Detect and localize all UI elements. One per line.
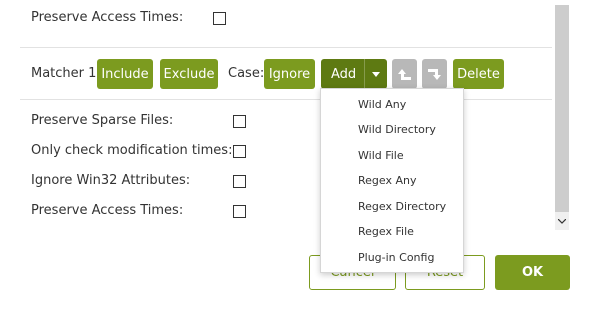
scrollbar-thumb[interactable] [555, 5, 569, 212]
menu-item-regex-any[interactable]: Regex Any [358, 174, 417, 188]
divider-middle [20, 99, 552, 100]
divider-top [20, 47, 552, 48]
include-button[interactable]: Include [97, 59, 153, 89]
scroll-down-arrow-icon[interactable] [555, 214, 569, 228]
add-dropdown-menu: Wild Any Wild Directory Wild File Regex … [320, 88, 464, 273]
preserve-access-times-checkbox-top[interactable] [213, 12, 226, 25]
arrow-down-turn-icon [428, 67, 441, 82]
move-down-button[interactable] [422, 59, 447, 89]
case-label: Case: [228, 66, 265, 81]
menu-item-wild-directory[interactable]: Wild Directory [358, 123, 436, 137]
add-dropdown-button[interactable]: Add [321, 59, 387, 89]
menu-item-regex-directory[interactable]: Regex Directory [358, 200, 446, 214]
ignore-win32-attributes-checkbox[interactable] [233, 175, 246, 188]
only-check-modification-times-label: Only check modification times: [31, 143, 233, 158]
menu-item-plugin-config[interactable]: Plug-in Config [358, 251, 434, 265]
menu-item-wild-file[interactable]: Wild File [358, 149, 404, 163]
preserve-access-times-label-top: Preserve Access Times: [31, 10, 184, 25]
menu-item-wild-any[interactable]: Wild Any [358, 98, 406, 112]
ignore-case-button[interactable]: Ignore [264, 59, 315, 89]
preserve-sparse-files-label: Preserve Sparse Files: [31, 113, 174, 128]
preserve-access-times-checkbox[interactable] [233, 205, 246, 218]
only-check-modification-times-checkbox[interactable] [233, 145, 246, 158]
ignore-win32-attributes-label: Ignore Win32 Attributes: [31, 173, 191, 188]
menu-item-regex-file[interactable]: Regex File [358, 225, 414, 239]
move-up-button[interactable] [392, 59, 417, 89]
add-button-label: Add [331, 66, 357, 82]
delete-button[interactable]: Delete [453, 59, 504, 89]
chevron-down-icon [364, 59, 387, 89]
arrow-up-turn-icon [398, 67, 411, 82]
exclude-button[interactable]: Exclude [160, 59, 218, 89]
matcher-label: Matcher 1 [31, 66, 97, 81]
preserve-sparse-files-checkbox[interactable] [233, 115, 246, 128]
ok-button[interactable]: OK [495, 255, 570, 290]
preserve-access-times-label: Preserve Access Times: [31, 203, 184, 218]
